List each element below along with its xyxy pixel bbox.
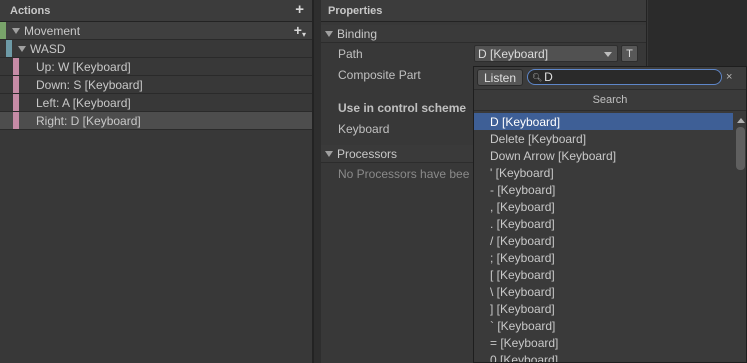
chevron-down-icon bbox=[604, 52, 612, 57]
binding-row[interactable]: Up: W [Keyboard] bbox=[0, 58, 312, 76]
list-item[interactable]: ] [Keyboard] bbox=[474, 300, 733, 317]
binding-row[interactable]: Down: S [Keyboard] bbox=[0, 76, 312, 94]
composite-row-wasd[interactable]: WASD bbox=[0, 40, 312, 58]
composite-label: WASD bbox=[30, 41, 66, 56]
search-input[interactable] bbox=[544, 70, 705, 84]
properties-header: Properties bbox=[321, 0, 646, 22]
composite-part-label: Composite Part bbox=[338, 67, 421, 82]
search-field[interactable]: 🔍︎ bbox=[527, 69, 722, 85]
action-row-movement[interactable]: Movement +▾ bbox=[0, 22, 312, 40]
expand-arrow-icon[interactable] bbox=[325, 150, 333, 157]
binding-color-stripe bbox=[13, 112, 19, 129]
search-results-title: Search bbox=[474, 89, 746, 111]
add-action-map-button[interactable]: + bbox=[295, 1, 304, 19]
list-item[interactable]: \ [Keyboard] bbox=[474, 283, 733, 300]
binding-label: Left: A [Keyboard] bbox=[36, 95, 131, 110]
actions-header: Actions + bbox=[0, 0, 312, 22]
binding-label: Down: S [Keyboard] bbox=[36, 77, 143, 92]
action-color-stripe bbox=[0, 22, 6, 39]
expand-arrow-icon[interactable] bbox=[325, 30, 333, 37]
path-label: Path bbox=[338, 46, 363, 61]
listen-button[interactable]: Listen bbox=[477, 69, 523, 86]
add-binding-button[interactable]: +▾ bbox=[294, 22, 306, 41]
binding-color-stripe bbox=[13, 58, 19, 75]
path-picker-popup: Listen 🔍︎ × Search D [Keyboard] Delete [… bbox=[473, 66, 747, 363]
scroll-thumb[interactable] bbox=[736, 127, 745, 170]
binding-row[interactable]: Left: A [Keyboard] bbox=[0, 94, 312, 112]
expand-arrow-icon[interactable] bbox=[18, 45, 26, 52]
binding-color-stripe bbox=[13, 94, 19, 111]
binding-section-label: Binding bbox=[337, 26, 378, 41]
list-item[interactable]: ; [Keyboard] bbox=[474, 249, 733, 266]
binding-row-selected[interactable]: Right: D [Keyboard] bbox=[0, 112, 312, 130]
list-item[interactable]: ` [Keyboard] bbox=[474, 317, 733, 334]
list-item[interactable]: - [Keyboard] bbox=[474, 181, 733, 198]
composite-color-stripe bbox=[6, 40, 12, 57]
path-value: D [Keyboard] bbox=[478, 46, 549, 61]
clear-search-icon[interactable]: × bbox=[726, 71, 732, 83]
path-row: Path D [Keyboard] T bbox=[321, 43, 646, 64]
scroll-up-icon[interactable] bbox=[737, 118, 745, 123]
keyboard-scheme-label: Keyboard bbox=[338, 121, 390, 136]
list-item[interactable]: ' [Keyboard] bbox=[474, 164, 733, 181]
list-item[interactable]: = [Keyboard] bbox=[474, 334, 733, 351]
expand-arrow-icon[interactable] bbox=[12, 27, 20, 34]
control-list: D [Keyboard] Delete [Keyboard] Down Arro… bbox=[474, 113, 733, 363]
list-item[interactable]: 0 [Keyboard] bbox=[474, 351, 733, 363]
actions-panel: Actions + Movement +▾ WASD Up: W [Keyboa… bbox=[0, 0, 313, 363]
list-item[interactable]: . [Keyboard] bbox=[474, 215, 733, 232]
binding-label: Right: D [Keyboard] bbox=[36, 113, 141, 128]
binding-section-header[interactable]: Binding bbox=[321, 25, 646, 43]
panel-divider[interactable] bbox=[313, 0, 321, 363]
list-item[interactable]: / [Keyboard] bbox=[474, 232, 733, 249]
path-dropdown[interactable]: D [Keyboard] bbox=[474, 45, 618, 62]
list-item[interactable]: D [Keyboard] bbox=[474, 113, 733, 130]
no-processors-text: No Processors have bee bbox=[338, 166, 470, 181]
properties-title: Properties bbox=[328, 4, 383, 17]
list-item[interactable]: [ [Keyboard] bbox=[474, 266, 733, 283]
search-icon: 🔍︎ bbox=[532, 72, 543, 82]
list-item[interactable]: , [Keyboard] bbox=[474, 198, 733, 215]
control-scheme-heading: Use in control scheme bbox=[338, 100, 467, 115]
binding-color-stripe bbox=[13, 76, 19, 93]
action-label: Movement bbox=[24, 23, 81, 38]
list-scrollbar[interactable] bbox=[734, 113, 746, 362]
processors-section-label: Processors bbox=[337, 146, 398, 161]
list-item[interactable]: Down Arrow [Keyboard] bbox=[474, 147, 733, 164]
popup-toolbar: Listen 🔍︎ × bbox=[474, 67, 746, 89]
actions-title: Actions bbox=[10, 4, 51, 17]
list-item[interactable]: Delete [Keyboard] bbox=[474, 130, 733, 147]
text-mode-button[interactable]: T bbox=[621, 45, 638, 62]
binding-label: Up: W [Keyboard] bbox=[36, 59, 131, 74]
